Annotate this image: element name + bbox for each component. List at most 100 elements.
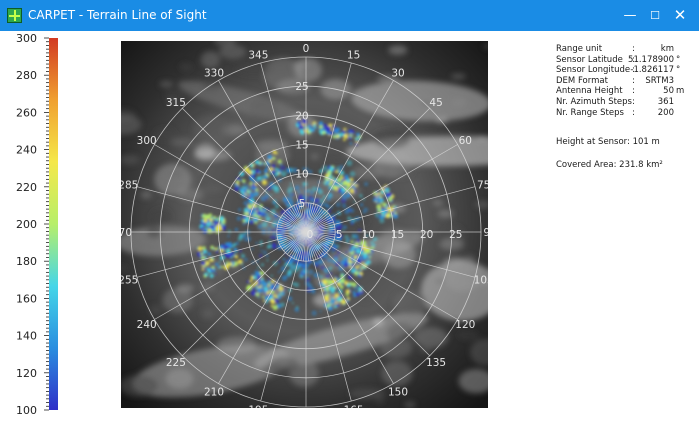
- info-label: Antenna Height: [556, 86, 623, 97]
- coverage-cell: [266, 212, 270, 216]
- coverage-cell: [329, 166, 334, 171]
- terrain-patch: [372, 128, 411, 149]
- colorbar-tick-label: 160: [16, 292, 37, 305]
- info-value: 361: [657, 96, 674, 107]
- info-row: DEM Format: SRTM3: [556, 76, 699, 87]
- terrain-patch: [351, 164, 384, 180]
- coverage-cell: [319, 310, 322, 313]
- info-value: 51.178900: [628, 54, 674, 65]
- coverage-cell: [346, 179, 351, 183]
- terrain-patch: [310, 153, 320, 160]
- coverage-cell: [278, 294, 280, 296]
- coverage-cell: [366, 256, 369, 259]
- coverage-cell: [355, 270, 359, 274]
- azimuth-label: 75: [477, 179, 488, 191]
- coverage-cell: [342, 273, 345, 275]
- coverage-cell: [212, 248, 215, 250]
- coverage-cell: [346, 237, 351, 241]
- coverage-cell: [334, 170, 338, 174]
- coverage-cell: [326, 293, 330, 297]
- coverage-cell: [237, 259, 243, 265]
- coverage-cell: [213, 215, 217, 220]
- azimuth-label: 60: [459, 135, 472, 147]
- coverage-cell: [260, 249, 263, 252]
- coverage-cell: [329, 286, 335, 292]
- terrain-patch: [249, 97, 279, 120]
- coverage-cell: [331, 299, 335, 304]
- coverage-cell: [354, 137, 356, 139]
- colorbar-tick-label: 260: [16, 106, 37, 119]
- coverage-cell: [227, 242, 233, 247]
- coverage-cell: [203, 249, 207, 254]
- coverage-cell: [206, 267, 209, 271]
- terrain-patch: [451, 98, 466, 107]
- coverage-cell: [313, 124, 316, 128]
- coverage-cell: [236, 180, 240, 183]
- info-row: Sensor Latitude:51.178900 °: [556, 55, 699, 66]
- coverage-cell: [234, 186, 239, 191]
- coverage-cell: [376, 202, 379, 205]
- coverage-cell: [266, 259, 269, 262]
- polar-plot-canvas[interactable]: 0153045607590105120135150165180195210225…: [121, 41, 488, 408]
- info-value: km: [660, 44, 674, 54]
- info-colon: :: [632, 86, 635, 97]
- coverage-cell: [301, 186, 305, 189]
- coverage-cell: [283, 275, 288, 280]
- colorbar-gradient: [49, 38, 58, 410]
- coverage-cell: [233, 243, 236, 247]
- coverage-cell: [234, 183, 238, 187]
- coverage-cell: [336, 244, 340, 248]
- coverage-cell: [360, 203, 364, 207]
- coverage-cell: [304, 209, 310, 215]
- info-label: Sensor Latitude: [556, 54, 623, 65]
- coverage-cell: [237, 236, 243, 242]
- coverage-cell: [383, 215, 386, 218]
- terrain-patch: [176, 283, 195, 293]
- terrain-patch: [450, 73, 466, 80]
- coverage-cell: [254, 169, 260, 174]
- coverage-cell: [262, 289, 265, 292]
- coverage-cell: [269, 235, 274, 240]
- coverage-cell: [313, 273, 317, 277]
- coverage-cell: [263, 299, 266, 302]
- coverage-cell: [243, 207, 249, 213]
- terrain-patch: [200, 283, 214, 292]
- coverage-cell: [389, 215, 392, 218]
- range-label-north: 10: [295, 169, 308, 181]
- coverage-cell: [267, 154, 273, 160]
- title-bar[interactable]: CARPET - Terrain Line of Sight — ☐ ✕: [0, 0, 699, 31]
- coverage-cell: [243, 238, 247, 242]
- coverage-cell: [379, 214, 385, 220]
- coverage-cell: [345, 178, 347, 181]
- coverage-cell: [395, 212, 398, 215]
- line-of-sight-plot[interactable]: 0153045607590105120135150165180195210225…: [121, 41, 488, 408]
- terrain-patch: [201, 309, 214, 319]
- azimuth-label: 345: [248, 49, 268, 61]
- coverage-cell: [328, 182, 333, 186]
- coverage-cell: [264, 197, 268, 201]
- coverage-cell: [261, 221, 268, 228]
- azimuth-label: 105: [474, 275, 488, 287]
- coverage-cell: [255, 292, 260, 297]
- coverage-cell: [232, 245, 234, 248]
- colorbar-tick-label: 140: [16, 330, 37, 343]
- coverage-cell: [324, 292, 327, 294]
- coverage-cell: [201, 268, 205, 271]
- terrain-patch: [121, 374, 159, 397]
- coverage-cell: [295, 305, 299, 309]
- coverage-cell: [288, 197, 293, 202]
- coverage-cell: [360, 272, 363, 275]
- coverage-cell: [266, 245, 271, 249]
- coverage-cell: [262, 250, 267, 255]
- coverage-cell: [261, 263, 264, 267]
- coverage-cell: [289, 265, 294, 270]
- coverage-cell: [356, 132, 360, 137]
- range-label-east: 5: [336, 229, 343, 241]
- coverage-cell: [352, 291, 356, 295]
- range-label-north: 20: [295, 110, 308, 122]
- terrain-patch: [477, 135, 487, 141]
- coverage-cell: [324, 258, 327, 261]
- close-button[interactable]: ✕: [657, 0, 699, 31]
- terrain-patch: [457, 331, 479, 341]
- coverage-cell: [366, 260, 371, 265]
